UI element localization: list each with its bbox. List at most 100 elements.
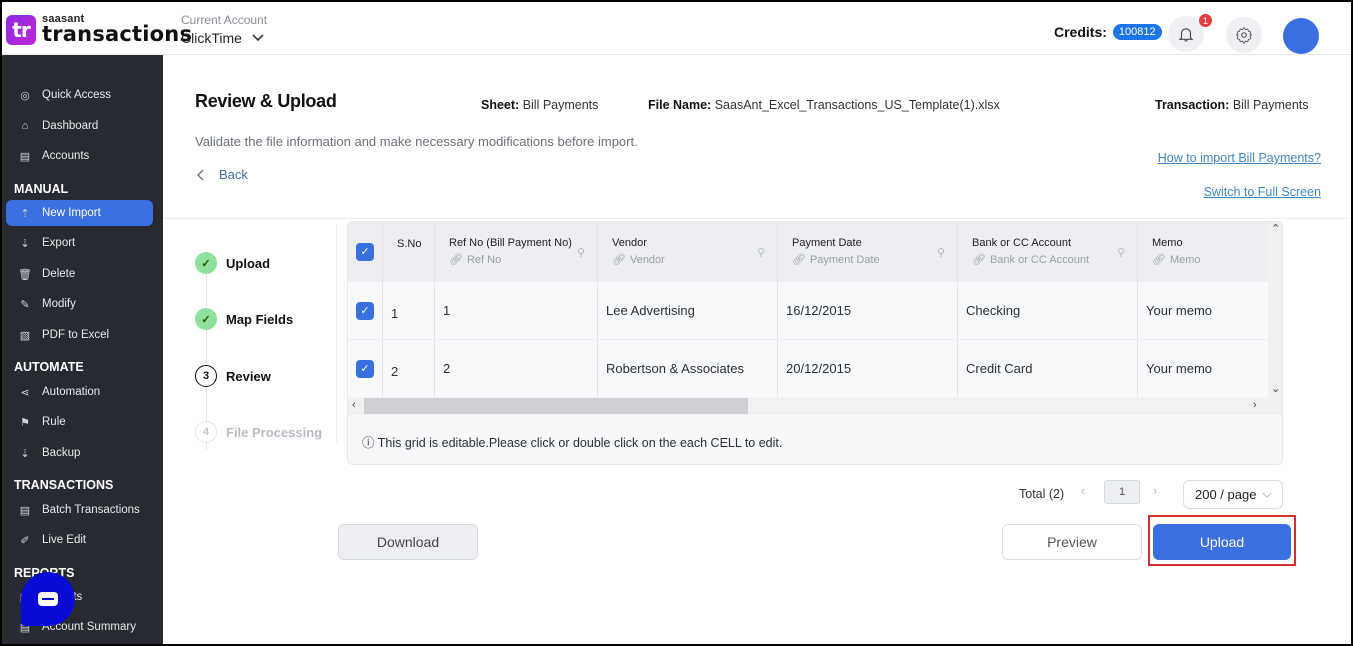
link-icon: 🔗︎ (792, 254, 806, 266)
prev-page-icon[interactable]: ‹ (1081, 484, 1085, 498)
download-cloud-icon: ⇣ (20, 237, 30, 250)
cell-payment-date[interactable]: 16/12/2015 (778, 282, 958, 339)
next-page-icon[interactable]: › (1153, 484, 1157, 498)
grid-header: ✓ S.No Ref No (Bill Payment No) 🔗︎ Ref No… (348, 222, 1268, 281)
scroll-right-icon[interactable]: › (1253, 399, 1257, 411)
section-manual: MANUAL (14, 182, 69, 196)
page-header-panel: Review & Upload Sheet: Bill Payments Fil… (163, 55, 1351, 219)
cell-sno[interactable]: 2 (383, 340, 435, 397)
cell-sno[interactable]: 1 (383, 282, 435, 339)
check-icon: ✓ (195, 252, 217, 274)
cell-vendor[interactable]: Lee Advertising (598, 282, 778, 339)
column-header-sno: S.No (383, 222, 435, 281)
column-header-memo[interactable]: Memo 🔗︎ Memo (1138, 222, 1268, 281)
user-avatar[interactable] (1283, 18, 1319, 54)
sidebar-item-label: Live Edit (42, 534, 87, 546)
sheet-value: Bill Payments (522, 98, 599, 112)
column-title: Vendor (612, 237, 647, 249)
page-title: Review & Upload (195, 91, 337, 111)
sidebar-item-label: Automation (42, 386, 101, 398)
rule-icon: ⚑ (20, 416, 30, 429)
select-all-checkbox[interactable]: ✓ (356, 242, 374, 261)
scroll-down-icon[interactable]: ⌄ (1271, 382, 1280, 395)
pagination-total: Total (2) (1019, 487, 1065, 501)
scroll-left-icon[interactable]: ‹ (352, 399, 356, 411)
sidebar-item-modify[interactable]: ✎ Modify (6, 291, 153, 317)
cell-bank-account[interactable]: Credit Card (958, 340, 1138, 397)
sidebar-item-label: Accounts (42, 150, 90, 162)
cell-memo[interactable]: Your memo (1138, 340, 1268, 397)
sheet-label: Sheet: (481, 98, 520, 112)
transaction-label: Transaction: (1155, 98, 1230, 112)
download-button[interactable]: Download (338, 524, 478, 560)
sidebar-item-live-edit[interactable]: ✐ Live Edit (6, 527, 153, 553)
cell-ref-no[interactable]: 2 (435, 340, 598, 397)
chat-icon (38, 592, 58, 606)
link-icon: 🔗︎ (972, 254, 986, 266)
column-header-vendor[interactable]: Vendor 🔗︎ Vendor ⚲ (598, 222, 778, 281)
step-number: 3 (195, 365, 217, 387)
upload-button[interactable]: Upload (1153, 524, 1291, 560)
search-icon[interactable]: ⚲ (757, 246, 765, 259)
sidebar-item-automation[interactable]: ⋖ Automation (6, 379, 153, 405)
edit-file-icon: ✎ (20, 298, 30, 311)
cell-bank-account[interactable]: Checking (958, 282, 1138, 339)
credits-label: Credits: (1054, 24, 1107, 40)
horizontal-scrollbar[interactable]: ‹ › (348, 397, 1268, 415)
cell-vendor[interactable]: Robertson & Associates (598, 340, 778, 397)
data-grid: ✓ S.No Ref No (Bill Payment No) 🔗︎ Ref No… (347, 221, 1283, 465)
account-switcher[interactable]: Current Account ClickTime (181, 13, 267, 46)
check-icon: ✓ (195, 308, 217, 330)
row-checkbox[interactable]: ✓ (356, 359, 374, 378)
page-size-select[interactable]: 200 / page (1183, 480, 1283, 509)
search-icon[interactable]: ⚲ (1117, 246, 1125, 259)
vertical-scrollbar[interactable]: ⌃ ⌄ (1268, 222, 1282, 415)
link-icon: 🔗︎ (612, 254, 626, 266)
page-number-1[interactable]: 1 (1104, 480, 1140, 504)
column-header-ref-no[interactable]: Ref No (Bill Payment No) 🔗︎ Ref No ⚲ (435, 222, 598, 281)
chat-widget-button[interactable] (21, 572, 75, 626)
sidebar-item-rule[interactable]: ⚑ Rule (6, 409, 153, 435)
help-link[interactable]: How to import Bill Payments? (1158, 151, 1321, 165)
sidebar-item-dashboard[interactable]: ⌂ Dashboard (6, 113, 153, 139)
chevron-down-icon (1263, 492, 1272, 498)
cell-ref-no[interactable]: 1 (435, 282, 598, 339)
sheet-info: Sheet: Bill Payments (481, 98, 598, 112)
mapped-field: Bank or CC Account (989, 253, 1090, 266)
settings-button[interactable] (1226, 17, 1262, 53)
cell-memo[interactable]: Your memo (1138, 282, 1268, 339)
sidebar-item-quick-access[interactable]: ◎ Quick Access (6, 82, 153, 108)
sidebar-item-backup[interactable]: ⇣ Backup (6, 440, 153, 466)
column-header-bank-account[interactable]: Bank or CC Account 🔗︎ Bank or CC Account … (958, 222, 1138, 281)
fullscreen-link[interactable]: Switch to Full Screen (1204, 185, 1321, 199)
preview-button[interactable]: Preview (1002, 524, 1142, 560)
row-checkbox[interactable]: ✓ (356, 301, 374, 320)
cell-payment-date[interactable]: 20/12/2015 (778, 340, 958, 397)
account-label: Current Account (181, 13, 268, 27)
pencil-icon: ✐ (20, 534, 30, 547)
chevron-down-icon[interactable] (252, 31, 264, 45)
credits-badge: 100812 (1112, 24, 1162, 40)
share-nodes-icon: ⋖ (20, 386, 30, 399)
search-icon[interactable]: ⚲ (577, 246, 585, 259)
brand-big: transactions (42, 22, 193, 46)
file-info: File Name: SaasAnt_Excel_Transactions_US… (648, 98, 1000, 112)
sidebar-item-delete[interactable]: 🗑 Delete (6, 261, 153, 287)
credits: Credits: 100812 (1054, 24, 1162, 40)
sidebar-item-export[interactable]: ⇣ Export (6, 230, 153, 256)
column-header-payment-date[interactable]: Payment Date 🔗︎ Payment Date ⚲ (778, 222, 958, 281)
sidebar-item-pdf-to-excel[interactable]: ▧ PDF to Excel (6, 322, 153, 348)
sidebar-item-accounts[interactable]: ▤ Accounts (6, 143, 153, 169)
sidebar-item-label: Batch Transactions (42, 504, 140, 516)
step-label: Review (226, 368, 271, 384)
scrollbar-thumb[interactable] (364, 398, 748, 414)
column-title: Payment Date (792, 237, 862, 249)
account-value: ClickTime (181, 30, 242, 46)
sidebar-item-new-import[interactable]: ⇡ New Import (6, 200, 153, 226)
sidebar-item-batch-transactions[interactable]: ▤ Batch Transactions (6, 497, 153, 523)
brand-logo[interactable]: tr saasant transactions (6, 14, 192, 45)
search-icon[interactable]: ⚲ (937, 246, 945, 259)
step-review: 3 Review (195, 365, 271, 387)
back-button[interactable]: Back (197, 167, 248, 182)
scroll-up-icon[interactable]: ⌃ (1271, 222, 1280, 235)
